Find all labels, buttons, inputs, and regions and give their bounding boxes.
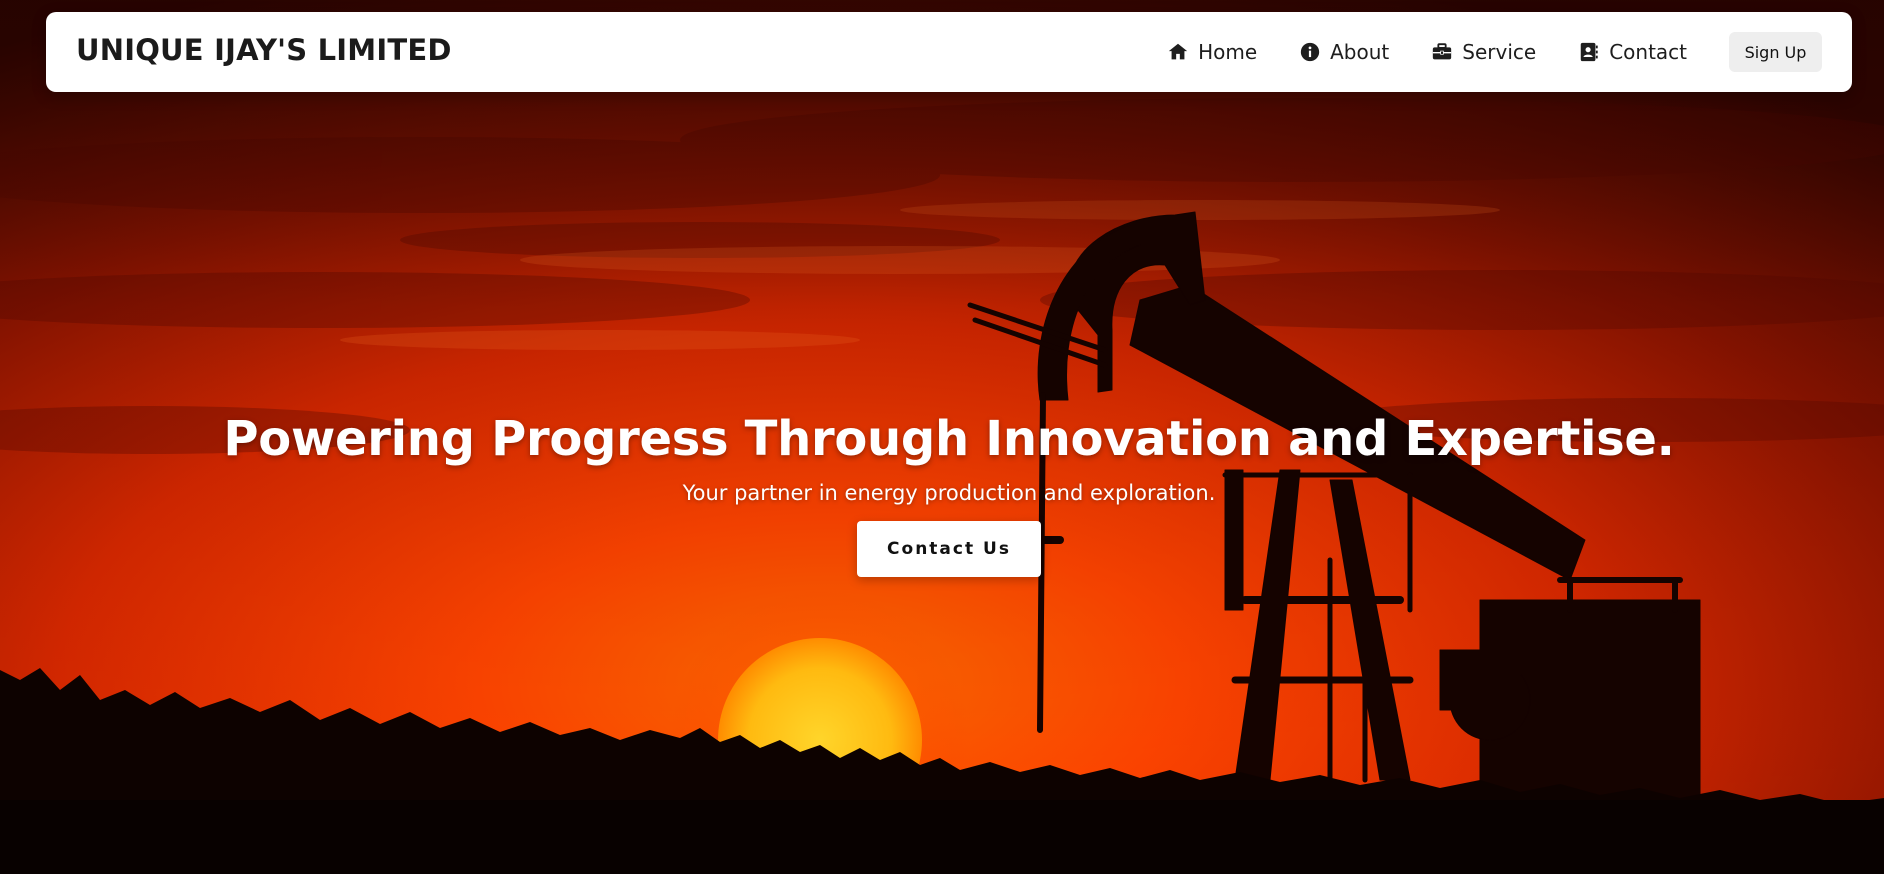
address-book-icon	[1578, 41, 1600, 63]
nav-links: Home About Service Contact Sign Up	[1167, 32, 1822, 72]
nav-item-service[interactable]: Service	[1431, 40, 1536, 64]
home-icon	[1167, 41, 1189, 63]
hero-title: Powering Progress Through Innovation and…	[223, 411, 1675, 467]
nav-item-about[interactable]: About	[1299, 40, 1389, 64]
nav-item-home[interactable]: Home	[1167, 40, 1257, 64]
nav-item-label: Home	[1198, 40, 1258, 64]
top-navbar: UNIQUE IJAY'S LIMITED Home About Service	[46, 12, 1852, 92]
briefcase-icon	[1431, 41, 1453, 63]
nav-item-label: Contact	[1609, 40, 1687, 64]
nav-item-label: Service	[1462, 40, 1537, 64]
hero-subtitle: Your partner in energy production and ex…	[682, 481, 1216, 505]
nav-item-label: About	[1330, 40, 1390, 64]
contact-us-button[interactable]: Contact Us	[857, 521, 1041, 577]
nav-item-contact[interactable]: Contact	[1578, 40, 1687, 64]
sign-up-button[interactable]: Sign Up	[1729, 32, 1822, 72]
hero-content: Powering Progress Through Innovation and…	[0, 408, 1884, 577]
hero-section: UNIQUE IJAY'S LIMITED Home About Service	[0, 0, 1884, 874]
brand-name[interactable]: UNIQUE IJAY'S LIMITED	[76, 33, 452, 67]
info-icon	[1299, 41, 1321, 63]
